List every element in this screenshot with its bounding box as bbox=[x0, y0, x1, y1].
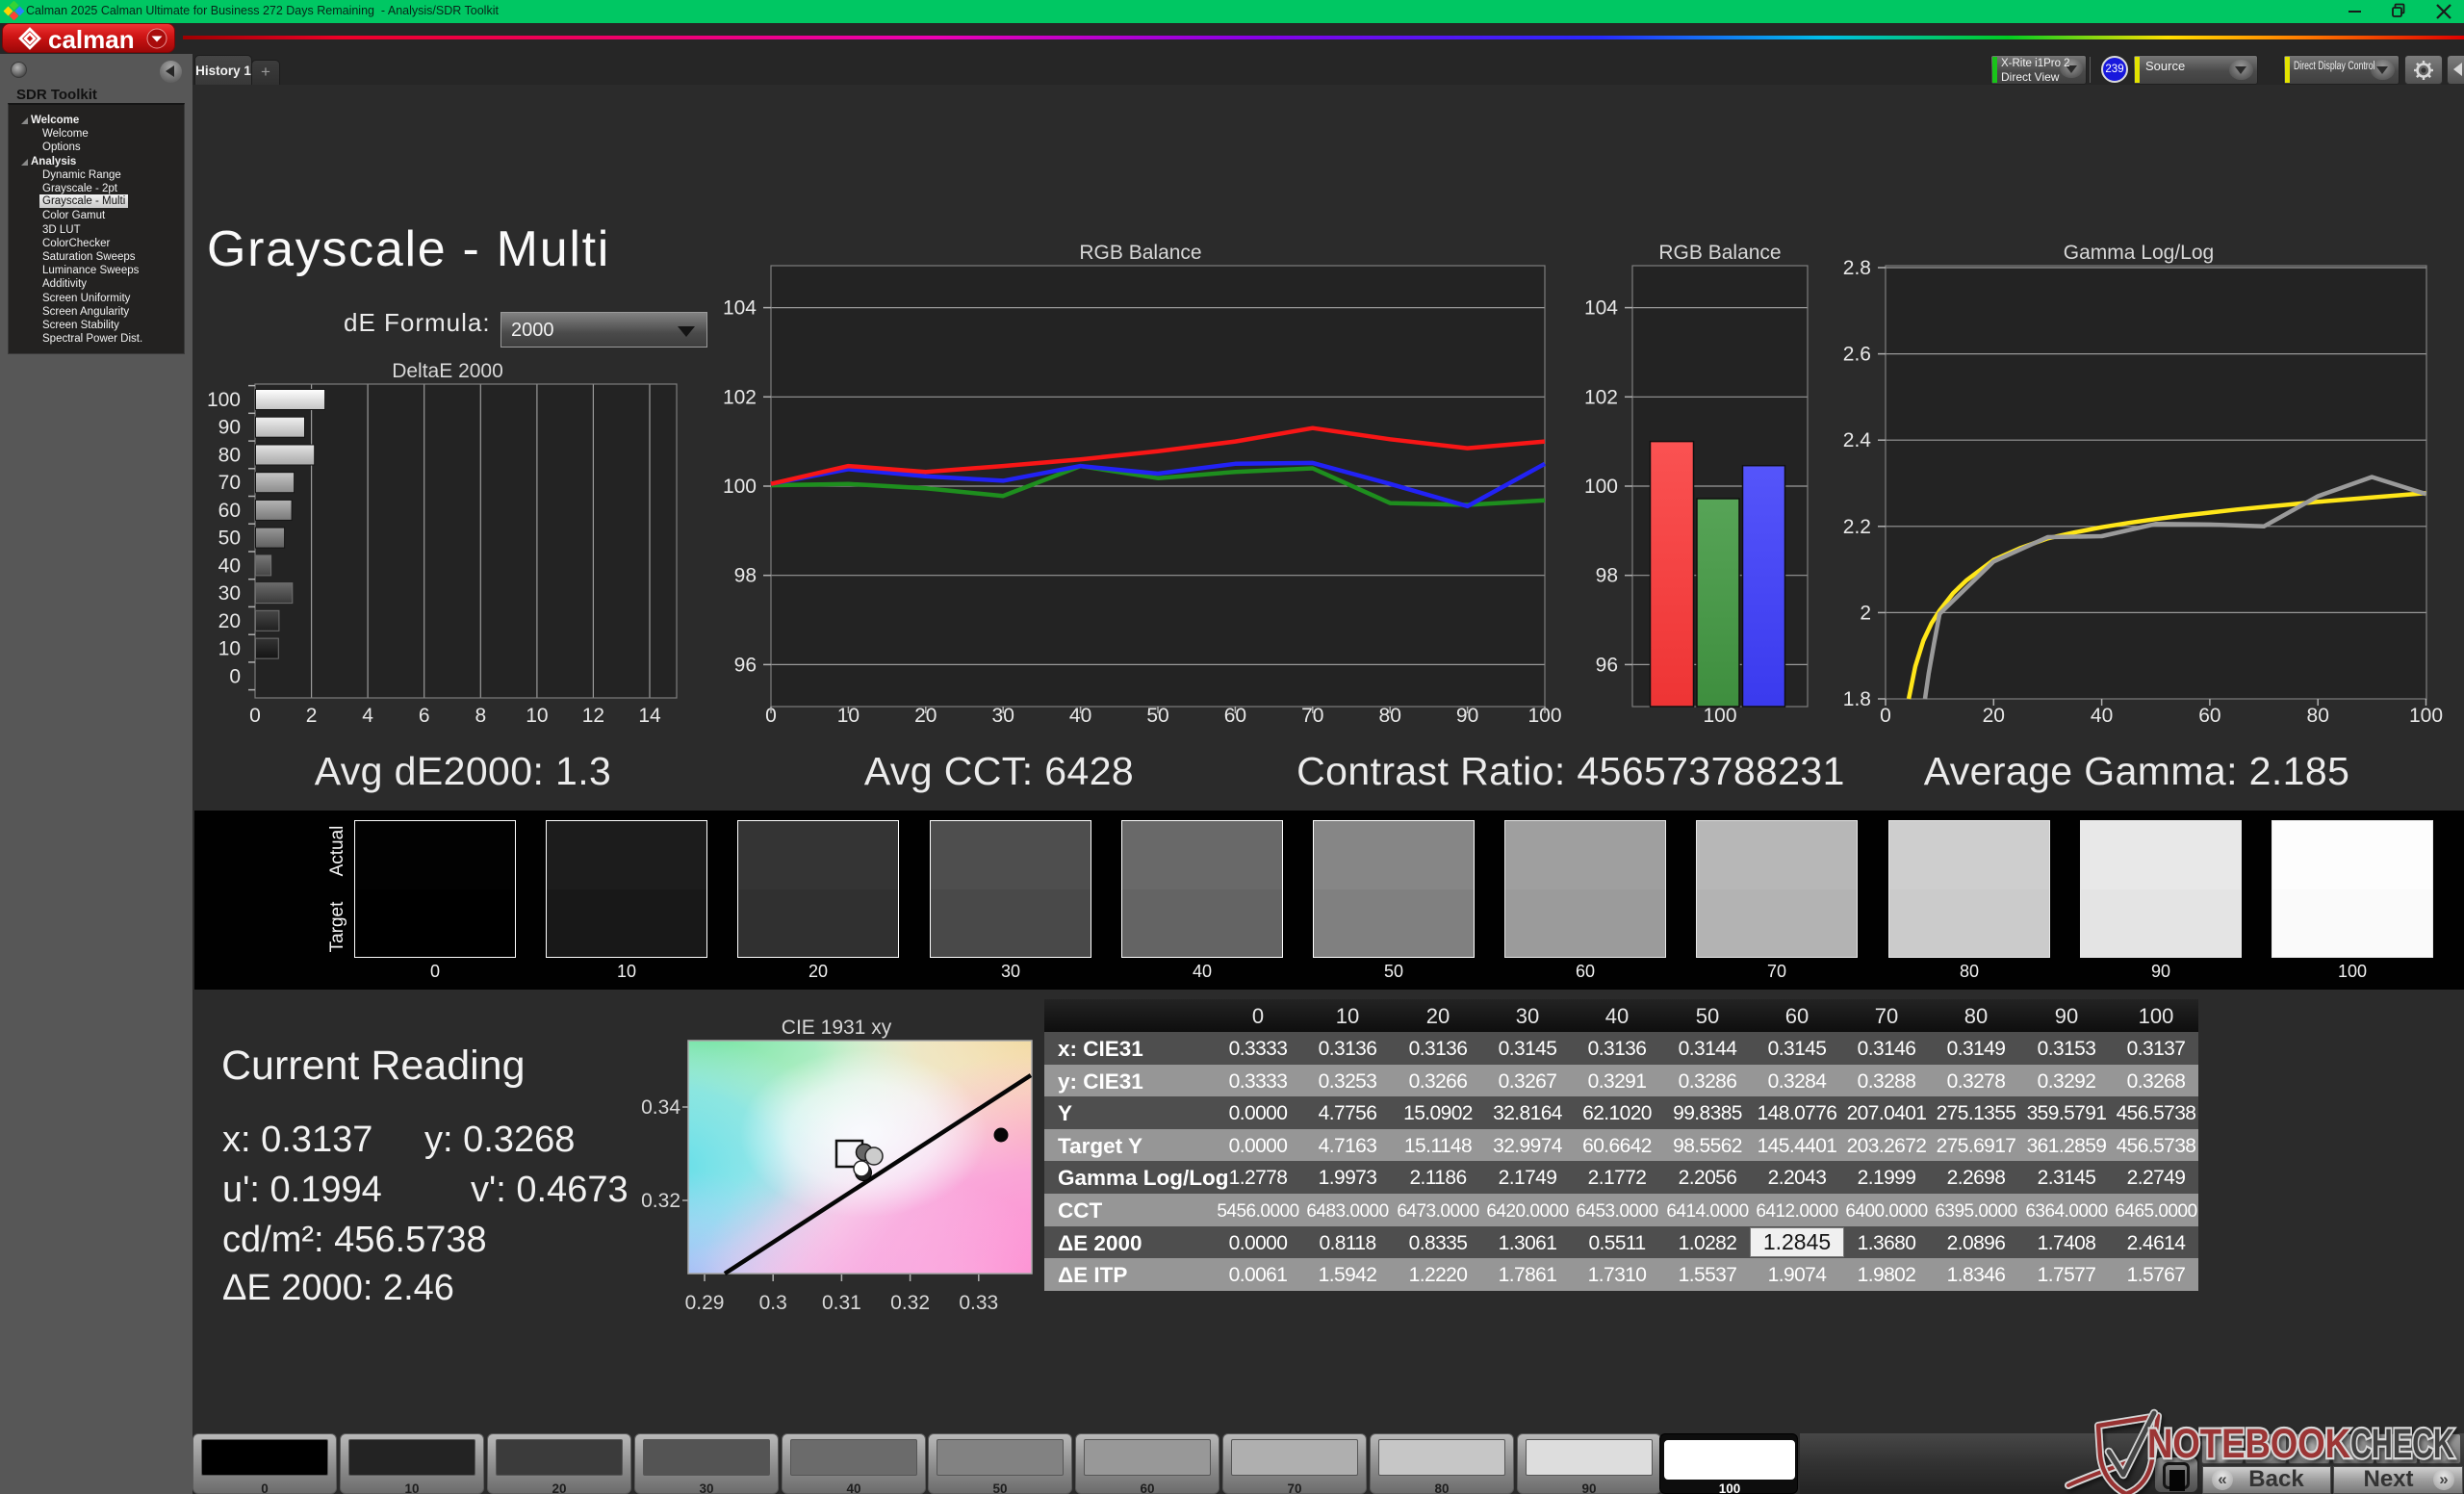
svg-text:CHECK: CHECK bbox=[2350, 1421, 2454, 1467]
svg-text:NOTEBOOK: NOTEBOOK bbox=[2147, 1421, 2350, 1467]
